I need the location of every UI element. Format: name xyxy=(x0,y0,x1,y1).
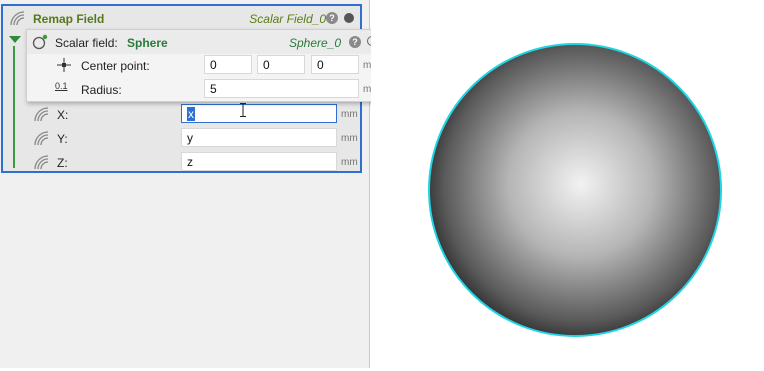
z-label: Z: xyxy=(57,156,68,170)
help-icon[interactable]: ? xyxy=(326,12,338,24)
scalar-field-instance-name[interactable]: Sphere_0 xyxy=(289,36,341,50)
radius-label: Radius: xyxy=(81,83,122,97)
y-unit: mm xyxy=(341,133,358,144)
remap-field-instance-name[interactable]: Scalar Field_0 xyxy=(249,12,326,26)
x-label: X: xyxy=(57,108,69,122)
center-point-label: Center point: xyxy=(81,59,150,73)
scalar-field-header[interactable]: Scalar field: Sphere Sphere_0 ? xyxy=(27,30,387,54)
field-rings-icon xyxy=(10,11,25,26)
tree-connector xyxy=(13,46,15,168)
x-selected-text: x xyxy=(187,107,195,121)
center-y-field[interactable]: 0 xyxy=(257,55,305,74)
text-cursor-icon xyxy=(240,103,246,117)
y-expression-field[interactable]: y xyxy=(181,128,337,147)
radius-icon: 0.1 xyxy=(55,81,68,91)
scalar-field-node[interactable]: Scalar field: Sphere Sphere_0 ? Center p… xyxy=(26,29,388,102)
remap-field-header[interactable]: Remap Field Scalar Field_0 ? xyxy=(3,6,360,30)
sphere-preview[interactable] xyxy=(371,0,764,368)
center-x-field[interactable]: 0 xyxy=(204,55,252,74)
field-rings-icon xyxy=(34,107,49,122)
sphere-shape[interactable] xyxy=(428,43,722,337)
expand-arrow-icon[interactable] xyxy=(9,36,21,43)
scalar-field-icon xyxy=(32,34,48,50)
radius-field[interactable]: 5 xyxy=(204,79,359,98)
properties-panel: Remap Field Scalar Field_0 ? X: x mm Y: … xyxy=(0,0,388,368)
z-expression-field[interactable]: z xyxy=(181,152,337,171)
3d-viewport[interactable] xyxy=(371,0,764,368)
x-unit: mm xyxy=(341,109,358,120)
center-z-field[interactable]: 0 xyxy=(311,55,359,74)
remap-field-title: Remap Field xyxy=(33,12,105,26)
status-dot-icon[interactable] xyxy=(344,13,354,23)
scalar-field-label: Scalar field: xyxy=(55,36,118,50)
z-unit: mm xyxy=(341,157,358,168)
scalar-field-type[interactable]: Sphere xyxy=(127,36,168,50)
field-rings-icon xyxy=(34,131,49,146)
field-rings-icon xyxy=(34,155,49,170)
crosshair-icon xyxy=(57,58,71,72)
help-icon[interactable]: ? xyxy=(349,36,361,48)
x-expression-field[interactable]: x xyxy=(181,104,337,123)
y-label: Y: xyxy=(57,132,68,146)
